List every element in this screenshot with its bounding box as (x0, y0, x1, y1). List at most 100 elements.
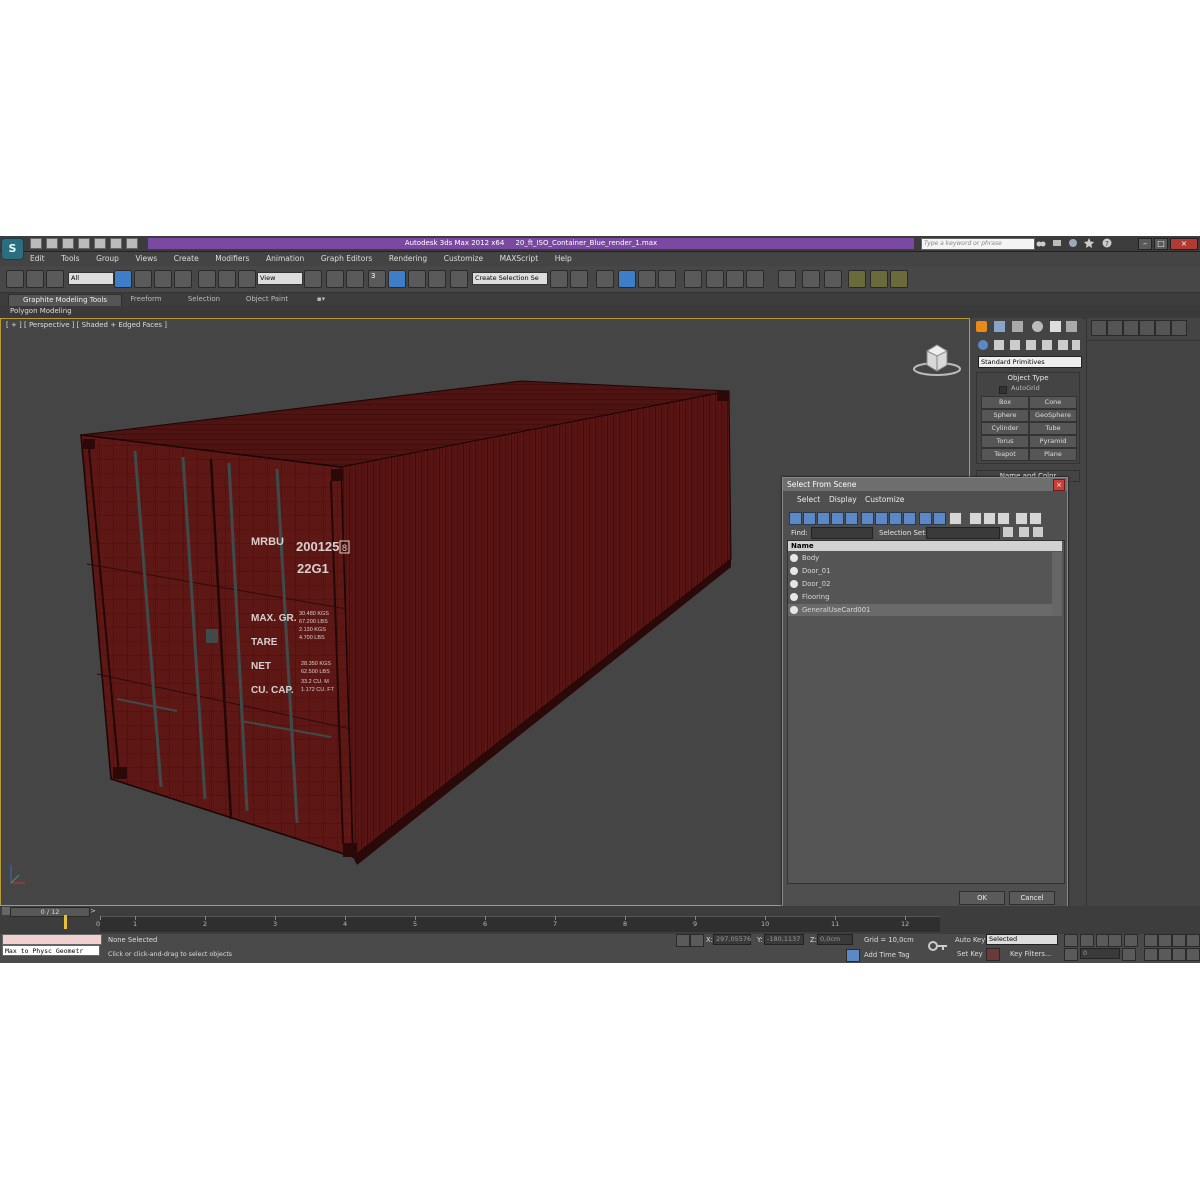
maxscript-mini-listener[interactable]: Max to Physc Geometr (2, 945, 100, 956)
use-pivot-center-icon[interactable] (304, 270, 322, 288)
dialog-close-button[interactable]: × (1053, 479, 1065, 491)
list-item[interactable]: Body (788, 552, 1052, 564)
display-groups-icon[interactable] (875, 512, 888, 525)
zoom-extents-all-icon[interactable] (1186, 934, 1200, 947)
display-space-warps-icon[interactable] (861, 512, 874, 525)
next-frame-icon[interactable] (1108, 934, 1122, 947)
tab-freeform[interactable]: Freeform (122, 294, 170, 305)
open-file-icon[interactable] (46, 238, 58, 249)
menu-help[interactable]: Help (555, 252, 572, 265)
display-lights-icon[interactable] (817, 512, 830, 525)
viewcube-icon[interactable] (911, 339, 963, 379)
panel-tab-6-icon[interactable] (1171, 320, 1187, 336)
set-key-button[interactable]: Set Key (957, 950, 983, 958)
zoom-extents-icon[interactable] (1172, 934, 1186, 947)
z-coordinate-field[interactable]: 0,0cm (817, 934, 853, 945)
panel-tab-4-icon[interactable] (1139, 320, 1155, 336)
object-type-title[interactable]: Object Type (977, 374, 1079, 382)
display-frozen-icon[interactable] (933, 512, 946, 525)
ok-button[interactable]: OK (959, 891, 1005, 905)
cameras-icon[interactable] (1026, 340, 1036, 350)
keyboard-shortcut-override-icon[interactable] (346, 270, 364, 288)
menu-graph-editors[interactable]: Graph Editors (321, 252, 373, 265)
display-tab-icon[interactable] (1050, 321, 1061, 332)
utilities-tab-icon[interactable] (1066, 321, 1077, 332)
sphere-button[interactable]: Sphere (981, 409, 1029, 422)
key-mode-toggle-icon[interactable] (1064, 948, 1078, 961)
helpers-icon[interactable] (1042, 340, 1052, 350)
orbit-icon[interactable] (1172, 948, 1186, 961)
edit-named-selection-icon[interactable] (450, 270, 468, 288)
panel-tab-3-icon[interactable] (1123, 320, 1139, 336)
select-and-rotate-icon[interactable] (218, 270, 236, 288)
tube-button[interactable]: Tube (1029, 422, 1077, 435)
selection-set-dropdown[interactable] (926, 527, 1000, 539)
render-setup-icon[interactable] (706, 270, 724, 288)
key-icon[interactable] (928, 940, 948, 952)
maximize-button[interactable]: □ (1154, 238, 1168, 250)
polygon-modeling-panel[interactable]: Polygon Modeling (10, 307, 72, 315)
motion-tab-icon[interactable] (1032, 321, 1043, 332)
select-and-manipulate-icon[interactable] (326, 270, 344, 288)
panel-tab-5-icon[interactable] (1155, 320, 1171, 336)
help-icon[interactable]: ? (1102, 238, 1112, 248)
mirror-icon[interactable] (550, 270, 568, 288)
menu-edit[interactable]: Edit (30, 252, 45, 265)
menu-rendering[interactable]: Rendering (389, 252, 427, 265)
cylinder-button[interactable]: Cylinder (981, 422, 1029, 435)
set-key-icon[interactable] (986, 948, 1000, 961)
create-tab-icon[interactable] (976, 321, 987, 332)
display-hidden-icon[interactable] (949, 512, 962, 525)
angle-snap-icon[interactable] (388, 270, 406, 288)
selection-set-options-icon[interactable] (1003, 527, 1013, 537)
select-and-link-icon[interactable] (6, 270, 24, 288)
hold-icon[interactable] (110, 238, 122, 249)
select-and-move-icon[interactable] (198, 270, 216, 288)
display-shapes-icon[interactable] (803, 512, 816, 525)
torus-button[interactable]: Torus (981, 435, 1029, 448)
select-invert-icon[interactable] (997, 512, 1010, 525)
communication-center-icon[interactable] (1068, 238, 1078, 248)
menu-views[interactable]: Views (136, 252, 158, 265)
snaps-toggle-icon[interactable]: 3 (368, 270, 386, 288)
ribbon-options-icon[interactable]: ▪▾ (312, 294, 330, 305)
application-menu-logo-icon[interactable]: S (1, 238, 24, 260)
list-item[interactable]: Door_01 (788, 565, 1052, 577)
display-containers-icon[interactable] (919, 512, 932, 525)
filter-options-icon[interactable] (1029, 512, 1042, 525)
autogrid-checkbox[interactable] (999, 386, 1007, 394)
spinner-snap-icon[interactable] (428, 270, 446, 288)
close-button[interactable]: × (1170, 238, 1198, 250)
extra-tool-6-icon[interactable] (890, 270, 908, 288)
go-to-start-icon[interactable] (1064, 934, 1078, 947)
menu-animation[interactable]: Animation (266, 252, 304, 265)
redo-icon[interactable] (94, 238, 106, 249)
time-slider[interactable]: 0 / 12 (10, 907, 90, 917)
dialog-menu-select[interactable]: Select (797, 495, 820, 504)
window-crossing-icon[interactable] (174, 270, 192, 288)
tab-selection[interactable]: Selection (180, 294, 228, 305)
find-input[interactable] (811, 527, 873, 539)
undo-icon[interactable] (78, 238, 90, 249)
space-warps-icon[interactable] (1058, 340, 1068, 350)
align-icon[interactable] (570, 270, 588, 288)
box-button[interactable]: Box (981, 396, 1029, 409)
extra-tool-1-icon[interactable] (778, 270, 796, 288)
display-helpers-icon[interactable] (845, 512, 858, 525)
systems-icon[interactable] (1072, 340, 1080, 350)
extra-tool-5-icon[interactable] (870, 270, 888, 288)
list-scrollbar[interactable] (1052, 552, 1062, 616)
bind-space-warp-icon[interactable] (46, 270, 64, 288)
curve-editor-icon[interactable] (638, 270, 656, 288)
selection-set-add-icon[interactable] (1019, 527, 1029, 537)
shapes-icon[interactable] (994, 340, 1004, 350)
dialog-title-bar[interactable]: Select From Scene × (783, 478, 1067, 491)
primitive-type-dropdown[interactable]: Standard Primitives (978, 356, 1082, 368)
select-object-icon[interactable] (114, 270, 132, 288)
timeline-track[interactable]: 0 1 2 3 4 5 6 7 8 9 10 11 12 (64, 915, 940, 932)
cone-button[interactable]: Cone (1029, 396, 1077, 409)
field-of-view-icon[interactable] (1144, 948, 1158, 961)
current-frame-marker[interactable] (64, 915, 67, 929)
select-by-name-icon[interactable] (134, 270, 152, 288)
x-coordinate-field[interactable]: 297,05576 (713, 934, 751, 945)
